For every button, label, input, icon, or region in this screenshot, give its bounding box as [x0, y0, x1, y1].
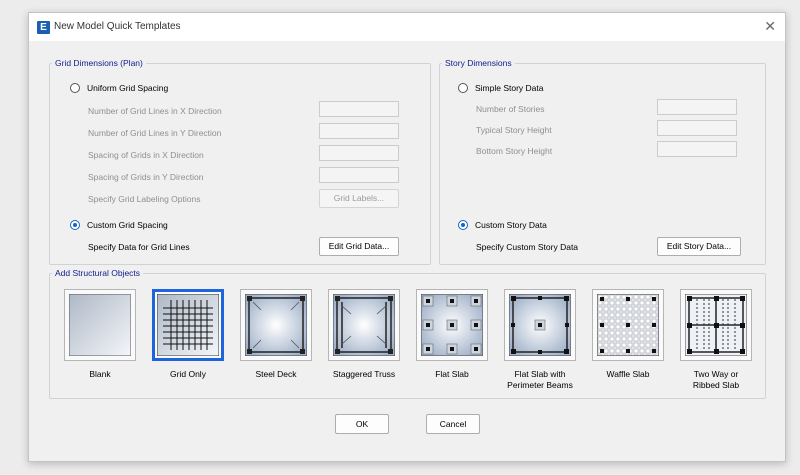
grid-x-lines-label: Number of Grid Lines in X Direction	[88, 106, 222, 116]
grid-dimensions-group: Grid Dimensions (Plan) Uniform Grid Spac…	[49, 58, 431, 265]
typical-height-label: Typical Story Height	[476, 125, 552, 135]
custom-grid-label: Custom Grid Spacing	[87, 220, 168, 230]
structural-objects-title: Add Structural Objects	[52, 268, 144, 279]
template-tile-flat-slab[interactable]	[416, 289, 488, 361]
waffle-slab-icon	[597, 294, 659, 356]
grid-x-lines-input[interactable]	[319, 101, 399, 117]
close-icon[interactable]: ✕	[764, 18, 776, 34]
story-dimensions-title: Story Dimensions	[442, 58, 515, 69]
template-grid-only[interactable]: Grid Only	[148, 289, 228, 380]
template-tile-staggered-truss[interactable]	[328, 289, 400, 361]
grid-y-lines-input[interactable]	[319, 123, 399, 139]
template-label-ribbed-slab: Two Way or Ribbed Slab	[692, 369, 740, 390]
edit-grid-data-button[interactable]: Edit Grid Data...	[319, 237, 399, 256]
template-label-flat-slab-perimeter: Flat Slab with Perimeter Beams	[507, 369, 573, 390]
stories-count-input[interactable]	[657, 99, 737, 115]
template-blank[interactable]: Blank	[60, 289, 140, 380]
template-steel-deck[interactable]: Steel Deck	[236, 289, 316, 380]
grid-y-spacing-input[interactable]	[319, 167, 399, 183]
typical-height-input[interactable]	[657, 120, 737, 136]
simple-story-label: Simple Story Data	[475, 83, 544, 93]
bottom-height-label: Bottom Story Height	[476, 146, 553, 156]
template-label-grid-only: Grid Only	[170, 369, 206, 379]
grid-dimensions-title: Grid Dimensions (Plan)	[52, 58, 146, 69]
edit-story-data-button[interactable]: Edit Story Data...	[657, 237, 741, 256]
steel-deck-icon	[245, 294, 307, 356]
custom-story-radio[interactable]	[458, 220, 468, 230]
template-tile-blank[interactable]	[64, 289, 136, 361]
template-tile-ribbed-slab[interactable]	[680, 289, 752, 361]
grid-labeling-label: Specify Grid Labeling Options	[88, 194, 201, 204]
grid-y-spacing-label: Spacing of Grids in Y Direction	[88, 172, 204, 182]
stories-count-label: Number of Stories	[476, 104, 545, 114]
template-label-waffle-slab: Waffle Slab	[606, 369, 650, 379]
grid-x-spacing-label: Spacing of Grids in X Direction	[88, 150, 204, 160]
title-bar: E New Model Quick Templates ✕	[29, 13, 785, 41]
custom-story-label: Custom Story Data	[475, 220, 547, 230]
window-title: New Model Quick Templates	[54, 21, 181, 32]
uniform-grid-label: Uniform Grid Spacing	[87, 83, 169, 93]
template-staggered-truss[interactable]: Staggered Truss	[324, 289, 404, 380]
grid-icon	[157, 294, 219, 356]
template-tile-flat-slab-perimeter[interactable]	[504, 289, 576, 361]
app-icon: E	[37, 21, 50, 34]
quick-templates-dialog: E New Model Quick Templates ✕ Grid Dimen…	[28, 12, 786, 462]
story-data-label: Specify Custom Story Data	[476, 242, 579, 252]
uniform-grid-radio[interactable]	[70, 83, 80, 93]
flat-slab-beams-icon	[509, 294, 571, 356]
template-label-blank: Blank	[89, 369, 111, 379]
template-waffle-slab[interactable]: Waffle Slab	[588, 289, 668, 380]
blank-icon	[69, 294, 131, 356]
template-tile-steel-deck[interactable]	[240, 289, 312, 361]
template-label-steel-deck: Steel Deck	[255, 369, 297, 379]
grid-data-label: Specify Data for Grid Lines	[88, 242, 190, 252]
ok-button[interactable]: OK	[335, 414, 389, 434]
grid-y-lines-label: Number of Grid Lines in Y Direction	[88, 128, 222, 138]
grid-labels-button[interactable]: Grid Labels...	[319, 189, 399, 208]
custom-grid-radio[interactable]	[70, 220, 80, 230]
template-label-flat-slab: Flat Slab	[435, 369, 469, 379]
simple-story-radio[interactable]	[458, 83, 468, 93]
template-tile-grid-only[interactable]	[152, 289, 224, 361]
template-ribbed-slab[interactable]: Two Way or Ribbed Slab	[676, 289, 756, 391]
cancel-button[interactable]: Cancel	[426, 414, 480, 434]
staggered-truss-icon	[333, 294, 395, 356]
template-tile-waffle-slab[interactable]	[592, 289, 664, 361]
bottom-height-input[interactable]	[657, 141, 737, 157]
template-label-staggered-truss: Staggered Truss	[332, 369, 396, 379]
template-flat-slab[interactable]: Flat Slab	[412, 289, 492, 380]
grid-x-spacing-input[interactable]	[319, 145, 399, 161]
story-dimensions-group: Story Dimensions Simple Story Data Numbe…	[439, 58, 766, 265]
template-flat-slab-perimeter[interactable]: Flat Slab with Perimeter Beams	[500, 289, 580, 391]
ribbed-slab-icon	[685, 294, 747, 356]
flat-slab-icon	[421, 294, 483, 356]
